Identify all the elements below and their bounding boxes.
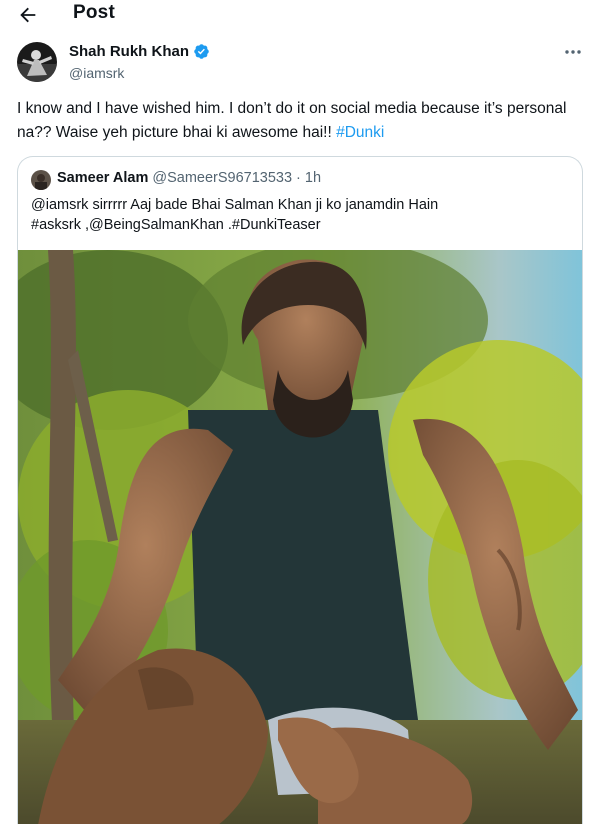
tweet-body: I know and I have wished him. I don’t do… — [17, 100, 567, 141]
top-bar: Post — [0, 0, 590, 30]
more-options-icon[interactable] — [563, 43, 583, 61]
quoted-photo[interactable] — [18, 250, 583, 824]
arrow-left-icon[interactable] — [17, 4, 39, 26]
verified-badge-icon — [194, 44, 209, 59]
quoted-header: Sameer Alam @SameerS96713533 · 1h — [57, 170, 321, 186]
quoted-author-avatar[interactable] — [31, 170, 51, 190]
quoted-text: @iamsrk sirrrrr Aaj bade Bhai Salman Kha… — [31, 195, 571, 235]
author-name-row: Shah Rukh Khan — [69, 43, 210, 60]
tweet-text: I know and I have wished him. I don’t do… — [17, 97, 577, 145]
author-name[interactable]: Shah Rukh Khan — [69, 43, 189, 60]
quoted-timestamp[interactable]: 1h — [305, 170, 321, 186]
page-title: Post — [73, 2, 115, 23]
author-avatar[interactable] — [17, 42, 57, 82]
author-handle[interactable]: @iamsrk — [69, 65, 124, 81]
quoted-text-line-1: @iamsrk sirrrrr Aaj bade Bhai Salman Kha… — [31, 197, 439, 213]
quoted-author-name[interactable]: Sameer Alam — [57, 170, 148, 186]
tweet-hashtag-link[interactable]: #Dunki — [336, 124, 384, 141]
quoted-text-line-2: #asksrk ,@BeingSalmanKhan .#DunkiTeaser — [31, 217, 321, 233]
quoted-author-handle[interactable]: @SameerS96713533 — [152, 170, 292, 186]
separator-dot: · — [296, 170, 301, 186]
quoted-post[interactable]: Sameer Alam @SameerS96713533 · 1h @iamsr… — [17, 156, 583, 824]
